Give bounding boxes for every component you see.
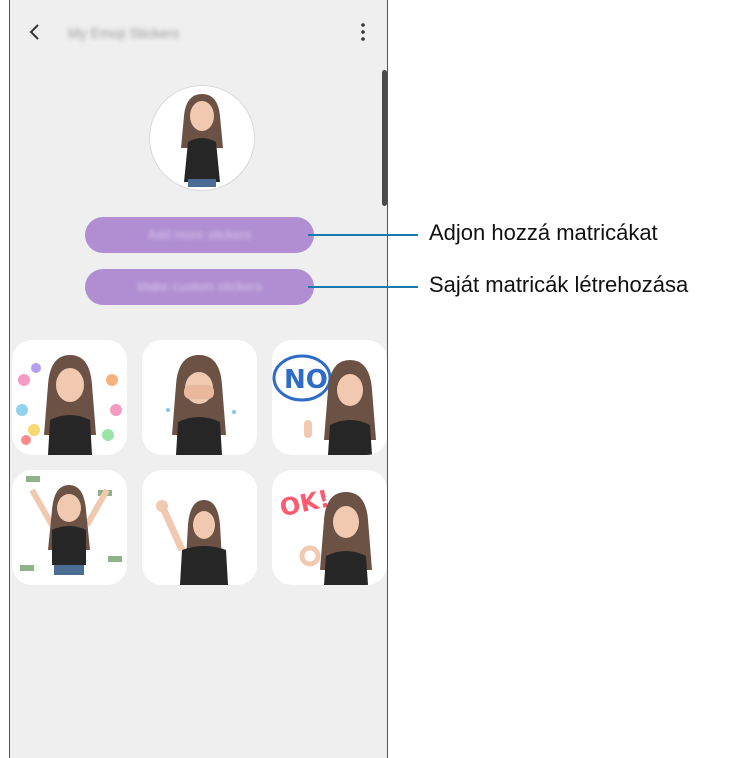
sticker-ok[interactable]: OK! — [272, 470, 387, 585]
sticker-hearts-image — [16, 355, 122, 455]
sticker-ok-image: OK! — [277, 485, 372, 585]
scrollbar[interactable] — [382, 70, 387, 206]
callout-line-make — [308, 286, 418, 288]
callout-add-text: Adjon hozzá matricákat — [429, 220, 658, 245]
sticker-hearts[interactable] — [12, 340, 127, 455]
add-more-stickers-label: Add more stickers — [147, 227, 252, 242]
sticker-crying[interactable] — [142, 340, 257, 455]
sticker-no-text: NO — [284, 365, 328, 395]
sticker-no-image: NO — [272, 354, 376, 455]
sticker-crying-image — [166, 355, 236, 455]
callout-make-text: Saját matricák létrehozása — [429, 272, 689, 297]
page-title: My Emoji Stickers — [68, 25, 180, 41]
sticker-wave-image — [156, 500, 228, 585]
make-custom-stickers-label: Make custom stickers — [137, 279, 262, 294]
make-custom-stickers-button[interactable]: Make custom stickers — [85, 269, 314, 305]
sticker-money[interactable] — [12, 470, 127, 585]
callout-line-add — [308, 234, 418, 236]
avatar-figure-icon — [181, 94, 223, 187]
add-more-stickers-button[interactable]: Add more stickers — [85, 217, 314, 253]
sticker-wave[interactable] — [142, 470, 257, 585]
more-vertical-icon[interactable] — [359, 22, 367, 42]
sticker-money-image — [20, 476, 122, 575]
app-bar: My Emoji Stickers — [10, 0, 387, 66]
sticker-ok-text: OK! — [277, 485, 332, 523]
chevron-left-icon[interactable] — [24, 21, 46, 43]
sticker-no[interactable]: NO — [272, 340, 387, 455]
phone-screen: My Emoji Stickers Add more stickers Make… — [9, 0, 388, 758]
avatar[interactable] — [149, 85, 255, 191]
